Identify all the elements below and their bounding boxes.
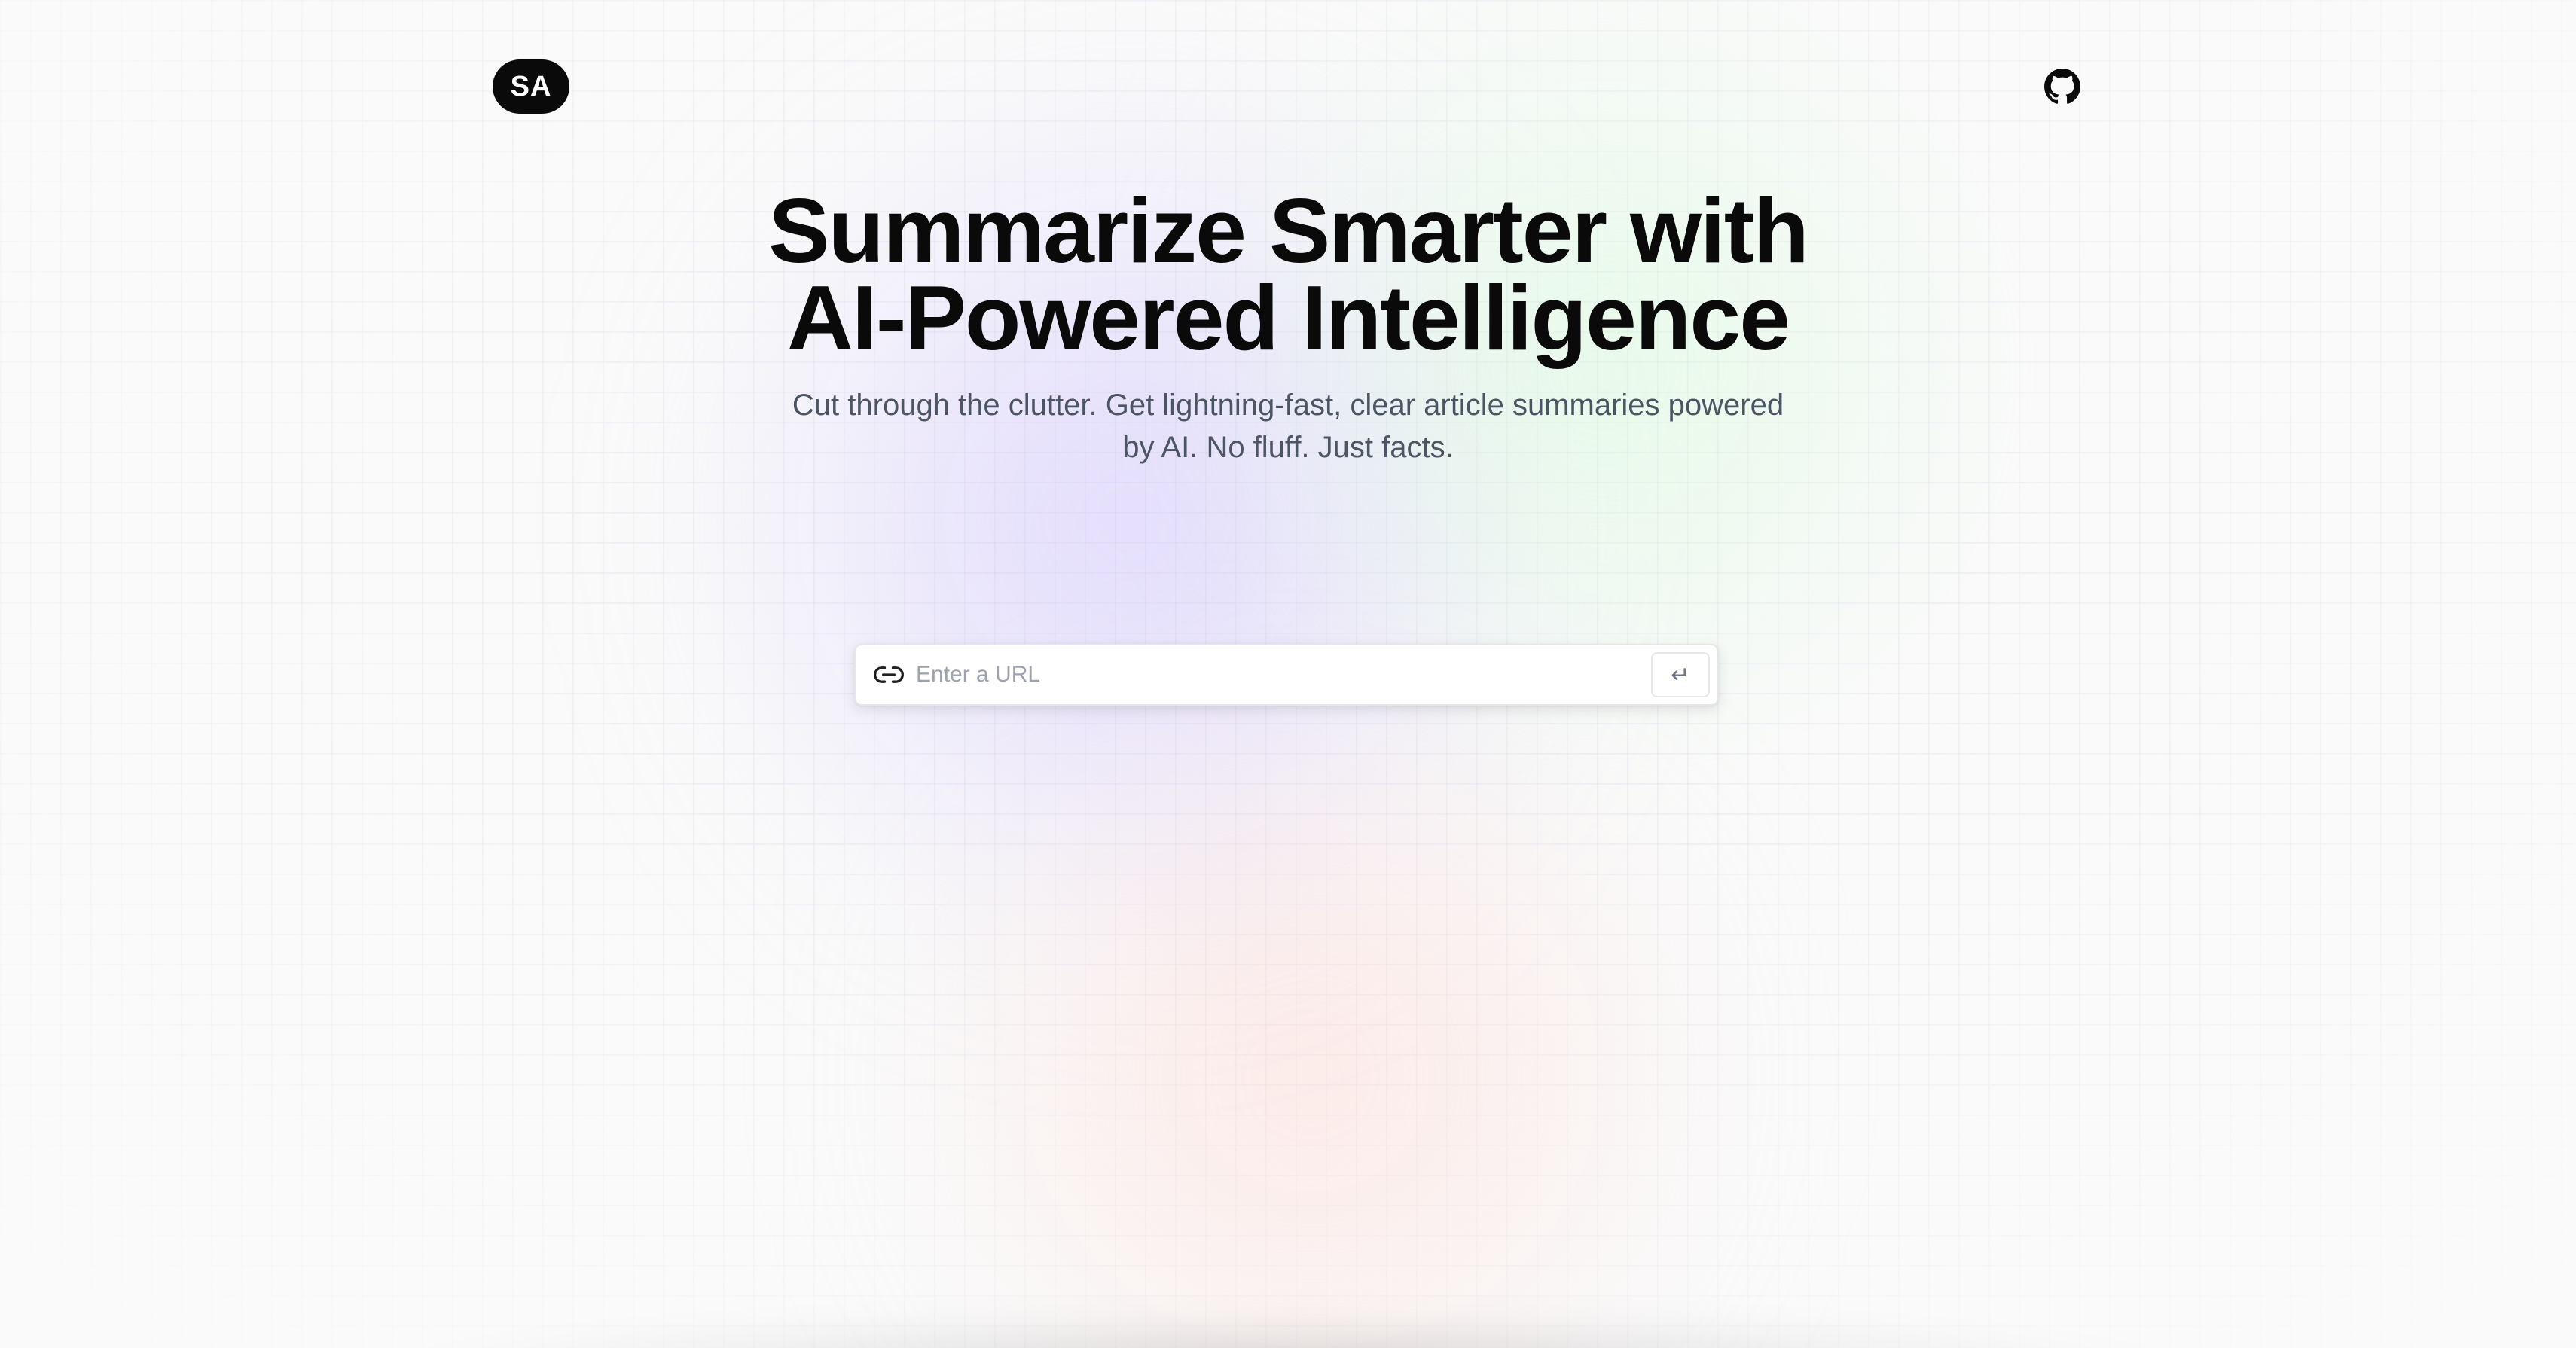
- pink-glow: [889, 768, 1732, 1348]
- github-icon: [2044, 69, 2080, 104]
- url-input[interactable]: [914, 651, 1651, 698]
- hero-title-line-2: AI-Powered Intelligence: [786, 267, 1790, 369]
- hero-subtitle: Cut through the clutter. Get lightning-f…: [792, 389, 1784, 464]
- hero-section: Summarize Smarter with AI-Powered Intell…: [0, 179, 2576, 468]
- github-link[interactable]: [2043, 67, 2082, 106]
- link-icon: [872, 658, 905, 691]
- hero-title-line-1: Summarize Smarter with: [768, 179, 1809, 282]
- submit-button[interactable]: ↵: [1651, 652, 1710, 697]
- url-form: ↵: [854, 644, 1719, 706]
- bottom-shadow: [407, 1310, 2169, 1348]
- site-header: SA: [493, 59, 2083, 114]
- hero-title: Summarize Smarter with AI-Powered Intell…: [685, 179, 1891, 369]
- logo[interactable]: SA: [493, 59, 569, 114]
